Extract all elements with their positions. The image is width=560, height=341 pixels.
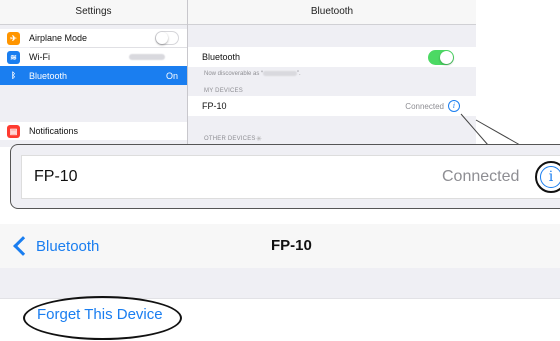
- info-icon[interactable]: i: [540, 166, 560, 188]
- zoom-info-highlight[interactable]: i: [535, 161, 560, 193]
- zoom-callout: FP-10 Connected i: [10, 144, 560, 209]
- zoom-device-name: FP-10: [34, 168, 78, 185]
- back-button[interactable]: Bluetooth: [12, 224, 99, 268]
- zoom-device-row[interactable]: FP-10 Connected i: [21, 155, 560, 199]
- zoom-device-status: Connected: [442, 168, 520, 185]
- back-button-label: Bluetooth: [36, 237, 100, 255]
- forget-highlight-oval: [23, 296, 182, 340]
- chevron-left-icon: [13, 236, 33, 256]
- device-detail-navbar: Bluetooth FP-10: [0, 224, 560, 269]
- page-title: FP-10: [271, 237, 312, 254]
